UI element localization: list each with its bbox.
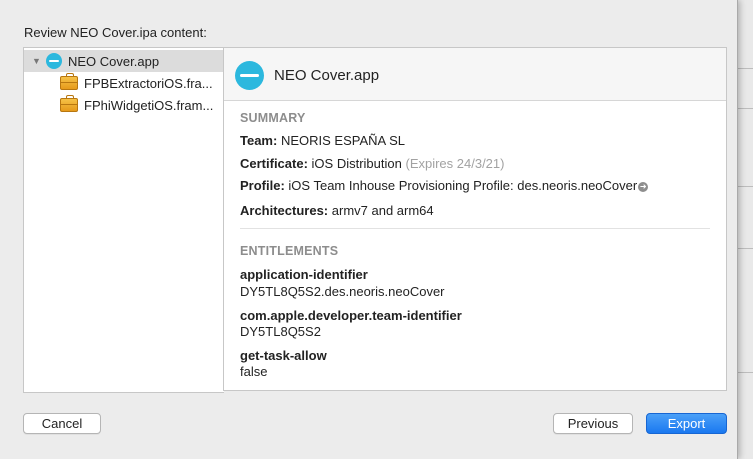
tree-item-framework[interactable]: FPhiWidgetiOS.fram... bbox=[24, 94, 224, 116]
profile-label: Profile: bbox=[240, 178, 285, 193]
team-value: NEORIS ESPAÑA SL bbox=[280, 133, 405, 148]
background-divider bbox=[736, 372, 753, 373]
background-divider bbox=[736, 186, 753, 187]
entitlement-value: DY5TL8Q5S2.des.neoris.neoCover bbox=[240, 284, 445, 299]
app-icon bbox=[235, 61, 264, 90]
detail-pane: NEO Cover.app SUMMARY Team: NEORIS ESPAÑ… bbox=[223, 47, 727, 391]
background-divider bbox=[736, 248, 753, 249]
certificate-row: Certificate: iOS Distribution (Expires 2… bbox=[240, 156, 504, 171]
architectures-row: Architectures: armv7 and arm64 bbox=[240, 203, 434, 218]
entitlement-key: get-task-allow bbox=[240, 348, 327, 363]
architectures-value: armv7 and arm64 bbox=[331, 203, 434, 218]
tree-item-framework[interactable]: FPBExtractoriOS.fra... bbox=[24, 72, 224, 94]
previous-button[interactable]: Previous bbox=[553, 413, 633, 434]
summary-heading: SUMMARY bbox=[240, 111, 306, 125]
detail-header: NEO Cover.app bbox=[224, 48, 726, 101]
entitlement-value: false bbox=[240, 364, 268, 379]
tree-item-label: FPBExtractoriOS.fra... bbox=[84, 75, 213, 91]
review-sheet: Review NEO Cover.ipa content: ▼ NEO Cove… bbox=[0, 0, 738, 459]
section-divider bbox=[240, 228, 710, 229]
disclosure-triangle-icon[interactable]: ▼ bbox=[32, 56, 42, 66]
app-icon bbox=[46, 53, 62, 69]
team-row: Team: NEORIS ESPAÑA SL bbox=[240, 133, 405, 148]
team-label: Team: bbox=[240, 133, 278, 148]
toolbox-icon bbox=[60, 73, 78, 90]
content-tree: ▼ NEO Cover.app FPBExtractoriOS.fra... F… bbox=[23, 47, 224, 393]
tree-item-label: NEO Cover.app bbox=[68, 53, 160, 69]
dialog-title: Review NEO Cover.ipa content: bbox=[24, 25, 207, 40]
background-divider bbox=[736, 108, 753, 109]
entitlement-key: com.apple.developer.team-identifier bbox=[240, 308, 462, 323]
tree-item-label: FPhiWidgetiOS.fram... bbox=[84, 97, 214, 113]
profile-value: iOS Team Inhouse Provisioning Profile: d… bbox=[288, 178, 638, 193]
export-button[interactable]: Export bbox=[646, 413, 727, 434]
background-window bbox=[736, 0, 753, 459]
profile-row: Profile: iOS Team Inhouse Provisioning P… bbox=[240, 178, 649, 193]
arrow-right-circle-icon[interactable]: ➜ bbox=[638, 181, 649, 192]
architectures-label: Architectures: bbox=[240, 203, 329, 218]
toolbox-icon bbox=[60, 95, 78, 112]
certificate-value: iOS Distribution bbox=[311, 156, 402, 171]
app-name: NEO Cover.app bbox=[274, 67, 380, 84]
tree-item-app[interactable]: ▼ NEO Cover.app bbox=[24, 50, 224, 72]
entitlement-key: application-identifier bbox=[240, 267, 368, 282]
entitlement-value: DY5TL8Q5S2 bbox=[240, 324, 321, 339]
certificate-label: Certificate: bbox=[240, 156, 308, 171]
entitlements-heading: ENTITLEMENTS bbox=[240, 244, 339, 258]
certificate-expiry: (Expires 24/3/21) bbox=[405, 156, 505, 171]
background-divider bbox=[736, 68, 753, 69]
cancel-button[interactable]: Cancel bbox=[23, 413, 101, 434]
